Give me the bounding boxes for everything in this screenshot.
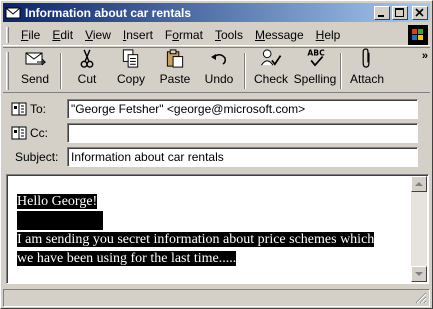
menu-edit[interactable]: Edit [46,26,79,44]
cut-label: Cut [77,72,97,86]
scroll-down-button[interactable] [411,266,427,282]
cc-label: Cc: [30,126,48,140]
toolbar-separator [340,53,342,89]
menu-bar: File Edit View Insert Format Tools Messa… [3,24,430,46]
message-line-1: I am sending you secret information abou… [17,232,375,247]
windows-logo-icon [408,25,428,45]
cc-label-button[interactable]: Cc: [11,126,67,140]
undo-label: Undo [204,72,234,86]
subject-label-wrap: Subject: [11,150,67,164]
menu-file-label: File [21,27,41,42]
status-bar [3,289,430,307]
minimize-icon [378,14,384,17]
message-line-2: we have been using for the last time....… [17,251,237,266]
toolbar-overflow-chevron-icon[interactable]: » [422,50,428,62]
toolbar-separator [60,53,62,89]
subject-row: Subject: Information about car rentals [11,147,418,167]
maximize-button[interactable] [392,5,408,20]
message-text[interactable]: Hello George! I am sending you secret in… [17,192,407,268]
menu-grip[interactable] [6,26,9,43]
close-button[interactable] [412,5,428,20]
menu-insert[interactable]: Insert [117,26,159,44]
toolbar-grip[interactable] [6,52,9,90]
copy-label: Copy [116,72,145,86]
send-label: Send [20,72,50,86]
arrow-up-icon [415,182,423,186]
scroll-up-button[interactable] [411,176,427,192]
to-label-button[interactable]: To: [11,102,67,116]
menu-tools-label: Tools [214,27,243,42]
send-icon [25,52,47,66]
envelope-icon [5,5,21,21]
arrow-down-icon [415,272,423,276]
vertical-scrollbar[interactable] [411,176,427,282]
send-button[interactable]: Send [13,48,57,90]
cc-row: Cc: [11,123,418,143]
address-book-icon [11,102,27,116]
menu-view[interactable]: View [79,26,117,44]
subject-label: Subject: [15,150,59,164]
maximize-icon [395,7,404,17]
spelling-button[interactable]: ABC Spelling [293,48,337,90]
toolbar: Send Cut Copy Paste Undo Check ABC Spell… [3,47,430,93]
address-book-icon [11,126,27,140]
svg-text:ABC: ABC [307,49,325,58]
toolbar-separator [244,53,246,89]
menu-edit-label: Edit [52,27,74,42]
to-field[interactable]: "George Fetsher" <george@microsoft.com> [67,99,418,119]
check-names-button[interactable]: Check [249,48,293,90]
check-label: Check [253,72,288,86]
menu-help-label: Help [315,27,341,42]
undo-icon [211,54,226,65]
menu-format-label: Format [164,27,203,42]
menu-message-label: Message [254,27,304,42]
scissors-icon [80,49,94,68]
resize-grip-icon[interactable] [415,292,427,304]
to-label: To: [30,102,47,116]
close-icon [415,7,424,17]
menu-file[interactable]: File [15,26,46,44]
attach-label: Attach [349,72,385,86]
menu-insert-label: Insert [122,27,153,42]
menu-help[interactable]: Help [310,26,347,44]
cut-button[interactable]: Cut [65,48,109,90]
message-body[interactable]: Hello George! I am sending you secret in… [6,174,429,284]
compose-window: Information about car rentals File Edit … [0,0,433,309]
menu-message[interactable]: Message [249,26,310,44]
paste-icon [166,49,184,68]
check-names-icon [261,49,282,66]
attach-button[interactable]: Attach [345,48,389,90]
paperclip-icon [362,48,370,68]
subject-field[interactable]: Information about car rentals [67,147,418,167]
spelling-label: Spelling [293,72,337,86]
menu-format[interactable]: Format [159,26,209,44]
undo-button[interactable]: Undo [197,48,241,90]
to-row: To: "George Fetsher" <george@microsoft.c… [11,99,418,119]
cc-field[interactable] [67,123,418,143]
minimize-button[interactable] [374,5,390,20]
copy-icon [122,49,139,68]
copy-button[interactable]: Copy [109,48,153,90]
title-bar[interactable]: Information about car rentals [3,3,430,22]
message-blank-line [17,211,103,230]
paste-button[interactable]: Paste [153,48,197,90]
spelling-icon: ABC [307,49,325,67]
paste-label: Paste [159,72,191,86]
window-title: Information about car rentals [25,5,192,20]
menu-view-label: View [85,27,111,42]
message-greeting: Hello George! [17,194,98,209]
menu-tools[interactable]: Tools [209,26,249,44]
